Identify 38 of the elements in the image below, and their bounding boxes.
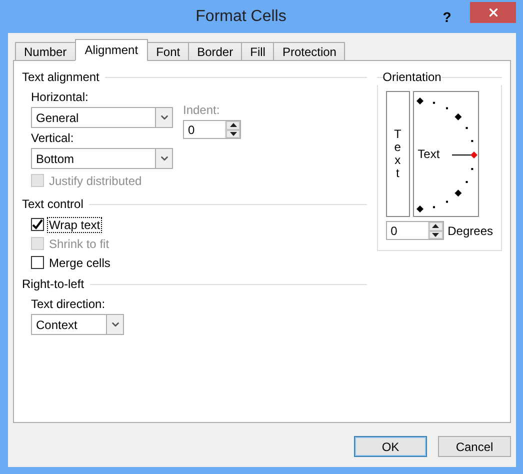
checkbox[interactable]	[31, 256, 44, 269]
vertical-text-toggle[interactable]: Text	[386, 91, 410, 217]
field-label: Indent:	[183, 103, 221, 118]
vertical-dropdown[interactable]: Bottom	[31, 148, 173, 169]
checkbox[interactable]	[31, 218, 44, 231]
checkbox-label: Shrink to fit	[48, 236, 110, 250]
field-label: Horizontal:	[31, 90, 90, 105]
horizontal-dropdown[interactable]: General	[31, 107, 173, 128]
section-heading: Text alignment	[22, 70, 100, 84]
tab[interactable]: Fill	[241, 42, 274, 61]
dial-text: Text	[418, 147, 440, 161]
spin-arrows-icon	[428, 222, 443, 239]
field-label: Vertical:	[31, 131, 75, 146]
close-button[interactable]	[470, 2, 516, 23]
section-heading: Orientation	[382, 70, 442, 84]
checkbox-label: Justify distributed	[48, 174, 143, 188]
orientation-dial[interactable]: Text	[412, 91, 479, 217]
section-heading: Right-to-left	[22, 277, 84, 291]
tab[interactable]: Alignment	[74, 39, 148, 61]
tab[interactable]: Font	[147, 42, 190, 61]
close-icon	[486, 6, 500, 19]
tab[interactable]: Border	[188, 42, 242, 61]
spin-arrows-icon	[225, 121, 240, 138]
tab[interactable]: Number	[15, 42, 76, 61]
text-direction-dropdown[interactable]: Context	[31, 314, 124, 335]
dialog-button[interactable]: Cancel	[438, 436, 511, 457]
checkbox-label: Wrap text	[48, 218, 102, 232]
field-label: Degrees	[448, 224, 493, 238]
dialog-button[interactable]: OK	[354, 436, 427, 457]
degrees-spinner[interactable]: 0	[386, 221, 444, 240]
help-button[interactable]: ?	[434, 6, 460, 26]
checkbox-label: Merge cells	[48, 256, 112, 270]
tab[interactable]: Protection	[273, 42, 346, 61]
field-label: Text direction:	[31, 297, 106, 312]
vertical-text: Text	[393, 128, 402, 180]
window-title: Format Cells	[194, 8, 288, 26]
angle-pointer-icon[interactable]	[451, 152, 478, 158]
section-heading: Text control	[22, 197, 84, 211]
